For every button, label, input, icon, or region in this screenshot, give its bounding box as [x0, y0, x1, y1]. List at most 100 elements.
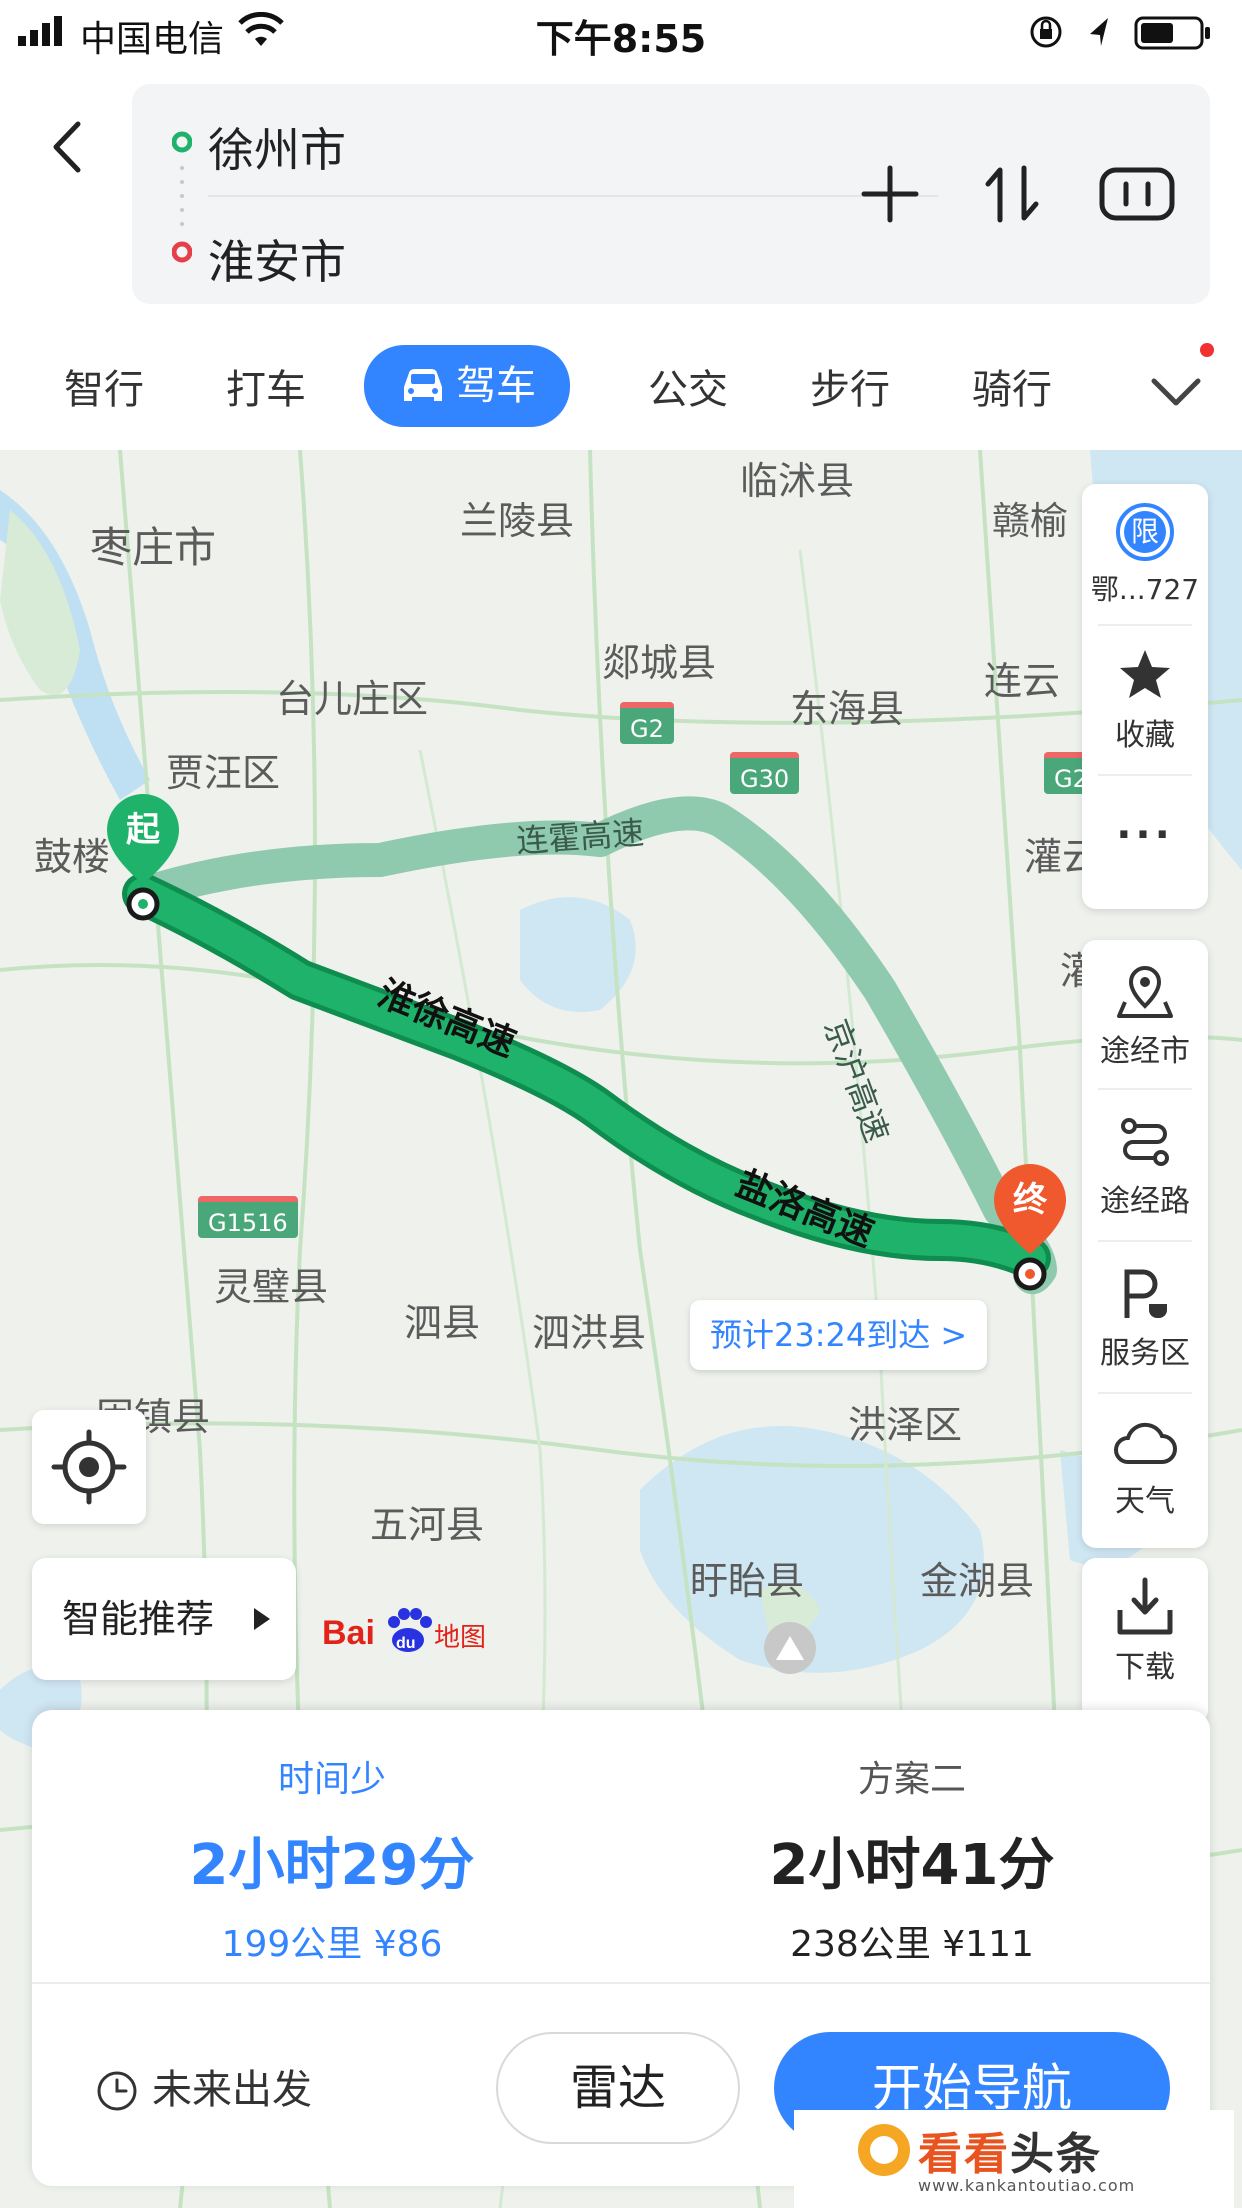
service-area-button[interactable]: 服务区: [1082, 1242, 1208, 1392]
future-departure-button[interactable]: 未来出发: [96, 2060, 312, 2120]
map-label: 泗县: [404, 1301, 481, 1345]
map-label: 兰陵县: [460, 499, 575, 543]
start-pin-label: 起: [126, 810, 160, 850]
map-label: 东海县: [790, 687, 905, 731]
map-label: 洪泽区: [848, 1403, 963, 1447]
svg-text:du: du: [396, 1635, 416, 1652]
destination-field[interactable]: 淮安市: [208, 226, 346, 292]
download-button[interactable]: 下载: [1082, 1558, 1208, 1724]
tab-drive-label: 驾车: [456, 363, 536, 409]
start-pin[interactable]: 起: [103, 792, 183, 921]
road-badge: G30: [730, 752, 800, 794]
plan-distance-toll: 199公里 ¥86: [221, 1924, 443, 1965]
map-label: 赣榆: [992, 499, 1069, 543]
via-road-button[interactable]: 途经路: [1082, 1090, 1208, 1240]
battery-icon: [1134, 16, 1210, 50]
add-waypoint-icon[interactable]: [850, 154, 930, 234]
origin-field[interactable]: 徐州市: [208, 114, 346, 180]
route-preference-icon[interactable]: [1094, 154, 1180, 234]
tab-walk[interactable]: 步行: [810, 355, 890, 425]
tab-transit[interactable]: 公交: [648, 355, 728, 425]
plan-divider: [32, 1982, 1210, 1984]
tab-drive[interactable]: 驾车: [364, 345, 570, 427]
eta-bubble[interactable]: 预计23:24到达 >: [690, 1300, 988, 1370]
tab-smart[interactable]: 智行: [64, 355, 144, 425]
via-city-label: 途经市: [1100, 1034, 1190, 1069]
watermark-logo-icon: [858, 2124, 910, 2176]
map-label: 鼓楼: [34, 835, 111, 879]
plan-duration: 2小时29分: [189, 1833, 475, 1898]
smart-recommend-button[interactable]: 智能推荐: [32, 1558, 296, 1680]
service-area-icon: [1124, 1269, 1167, 1318]
map-label: 贾汪区: [166, 751, 281, 795]
future-departure-label: 未来出发: [152, 2067, 312, 2113]
route-divider: [208, 195, 938, 197]
map-label: 连云: [984, 659, 1061, 703]
favorite-label: 收藏: [1115, 718, 1175, 753]
map-label: 郯城县: [602, 641, 717, 685]
plate-limit-button[interactable]: 限 鄂...727: [1082, 484, 1208, 624]
plan-option-1[interactable]: 时间少 2小时29分 199公里 ¥86: [52, 1750, 612, 1967]
download-icon: [1117, 1577, 1173, 1635]
clock-icon: [97, 2071, 137, 2111]
locate-me-button[interactable]: [32, 1410, 146, 1524]
plan-tag: 方案二: [857, 1759, 966, 1800]
side-panel-route-tools: 途经市 途经路 服务区 天气: [1082, 940, 1208, 1548]
status-bar: 中国电信 下午8:55: [0, 0, 1242, 62]
map-label: 五河县: [370, 1503, 485, 1547]
smart-recommend-label: 智能推荐: [62, 1597, 215, 1641]
watermark-text-part1: 看看: [918, 2129, 1010, 2180]
weather-label: 天气: [1115, 1484, 1175, 1519]
watermark: 看看头条 www.kankantoutiao.com: [794, 2110, 1234, 2208]
car-icon: [404, 369, 442, 401]
back-arrow-icon[interactable]: [40, 112, 100, 182]
side-panel-download: 下载: [1082, 1558, 1208, 1724]
watermark-text-part2: 头条: [1010, 2129, 1102, 2180]
notification-dot: [1200, 343, 1214, 357]
tab-bike[interactable]: 骑行: [972, 355, 1052, 425]
download-label: 下载: [1115, 1650, 1175, 1685]
map-label: 灵璧县: [214, 1265, 329, 1309]
via-city-button[interactable]: 途经市: [1082, 940, 1208, 1088]
triangle-right-icon: [254, 1608, 270, 1630]
map-label: 台儿庄区: [276, 677, 429, 721]
end-pin-label: 终: [1013, 1180, 1047, 1220]
watermark-text: 看看头条: [918, 2118, 1102, 2182]
radar-button[interactable]: 雷达: [496, 2032, 740, 2144]
plan-duration: 2小时41分: [769, 1833, 1055, 1898]
map-label: 泗洪县: [532, 1311, 647, 1355]
map-label: 临沭县: [740, 459, 855, 503]
svg-text:地图: 地图: [434, 1623, 486, 1653]
more-button[interactable]: ···: [1082, 776, 1208, 906]
watermark-url: www.kankantoutiao.com: [918, 2176, 1136, 2195]
chevron-down-icon[interactable]: [1146, 365, 1206, 415]
route-actions: [850, 154, 1180, 234]
favorite-button[interactable]: 收藏: [1082, 626, 1208, 774]
location-arrow-icon: [1090, 18, 1108, 46]
route-connector-icon: [172, 131, 192, 263]
swap-route-icon[interactable]: [972, 154, 1052, 234]
traffic-limit-label: 限: [1130, 515, 1159, 548]
mode-tabs: 智行 打车 驾车 公交 步行 骑行: [0, 335, 1242, 445]
via-road-icon: [1121, 1118, 1169, 1166]
service-area-label: 服务区: [1100, 1336, 1190, 1371]
road-badge: G1516: [198, 1196, 298, 1238]
scenic-mountain-icon: [764, 1622, 816, 1674]
road-name-lianhuo: 连霍高速: [514, 813, 646, 861]
tab-taxi[interactable]: 打车: [226, 355, 306, 425]
plan-option-2[interactable]: 方案二 2小时41分 238公里 ¥111: [632, 1750, 1192, 1967]
plate-number: 鄂...727: [1090, 573, 1200, 606]
plan-tag: 时间少: [277, 1759, 386, 1800]
map-label: 枣庄市: [90, 523, 217, 572]
end-pin[interactable]: 终: [990, 1162, 1070, 1291]
route-header: 徐州市 淮安市: [0, 62, 1242, 324]
plan-distance-toll: 238公里 ¥111: [790, 1924, 1034, 1965]
svg-text:Bai: Bai: [322, 1614, 375, 1652]
road-badge: G2: [620, 702, 674, 744]
via-city-icon: [1117, 965, 1173, 1018]
orientation-lock-icon: [1030, 16, 1062, 48]
route-input-box: 徐州市 淮安市: [132, 84, 1210, 304]
map-label: 金湖县: [920, 1559, 1035, 1603]
weather-button[interactable]: 天气: [1082, 1394, 1208, 1544]
status-right-icons: [1030, 16, 1210, 50]
